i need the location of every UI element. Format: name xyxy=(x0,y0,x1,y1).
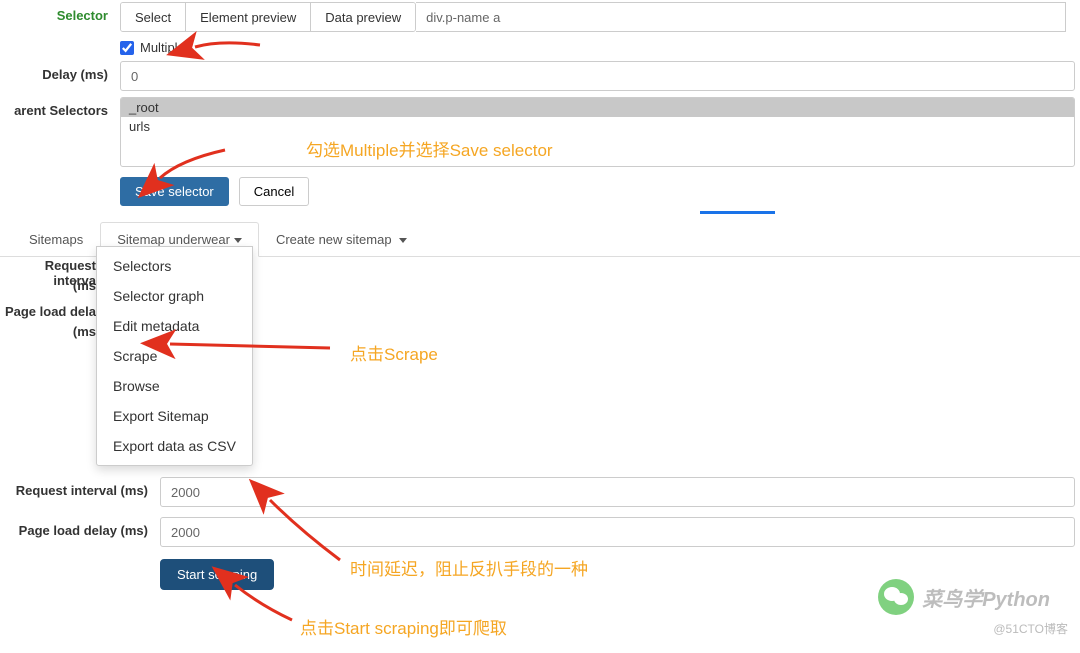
parent-selectors-label: arent Selectors xyxy=(0,97,120,118)
parent-option-root[interactable]: _root xyxy=(121,98,1074,117)
multiple-label: Multiple xyxy=(140,40,185,55)
ms-unit-label: (ms xyxy=(0,278,96,294)
data-preview-tab-button[interactable]: Data preview xyxy=(311,3,415,31)
cancel-button[interactable]: Cancel xyxy=(239,177,309,206)
tab-create-new-sitemap[interactable]: Create new sitemap xyxy=(259,222,424,256)
delay-input[interactable] xyxy=(120,61,1075,91)
parent-selectors-listbox[interactable]: _root urls xyxy=(120,97,1075,167)
watermark-logo: 菜鸟学Python xyxy=(878,579,1050,615)
dropdown-item-export-csv[interactable]: Export data as CSV xyxy=(97,431,252,461)
save-selector-button[interactable]: Save selector xyxy=(120,177,229,206)
watermark-site: @51CTO博客 xyxy=(993,620,1068,637)
dropdown-item-selector-graph[interactable]: Selector graph xyxy=(97,281,252,311)
selector-tab-group: Select Element preview Data preview xyxy=(120,2,416,32)
request-interval-input[interactable] xyxy=(160,477,1075,507)
page-load-delay-input[interactable] xyxy=(160,517,1075,547)
active-indicator-bar xyxy=(700,211,775,214)
dropdown-item-browse[interactable]: Browse xyxy=(97,371,252,401)
page-load-delay-label-cropped: Page load dela xyxy=(0,304,96,324)
chevron-down-icon xyxy=(234,238,242,243)
chevron-down-icon xyxy=(399,238,407,243)
tab-sitemaps[interactable]: Sitemaps xyxy=(12,222,100,256)
dropdown-item-selectors[interactable]: Selectors xyxy=(97,251,252,281)
request-interval-label: Request interval (ms) xyxy=(0,477,160,500)
selector-label: Selector xyxy=(0,2,120,23)
parent-option-urls[interactable]: urls xyxy=(121,117,1074,136)
watermark-name: 菜鸟学Python xyxy=(922,583,1050,612)
annotation-start-scraping: 点击Start scraping即可爬取 xyxy=(300,614,507,639)
dropdown-item-export-sitemap[interactable]: Export Sitemap xyxy=(97,401,252,431)
ms-unit-label-2: (ms xyxy=(0,324,96,340)
sitemap-dropdown-menu: Selectors Selector graph Edit metadata S… xyxy=(96,246,253,466)
dropdown-item-scrape[interactable]: Scrape xyxy=(97,341,252,371)
page-load-delay-label: Page load delay (ms) xyxy=(0,517,160,540)
annotation-scrape: 点击Scrape xyxy=(350,340,438,365)
select-tab-button[interactable]: Select xyxy=(121,3,186,31)
start-scraping-button[interactable]: Start scraping xyxy=(160,559,274,590)
wechat-icon xyxy=(878,579,914,615)
delay-label: Delay (ms) xyxy=(0,61,120,82)
request-interval-label-cropped: Request interva xyxy=(0,258,96,278)
selector-css-input[interactable] xyxy=(416,2,1066,32)
dropdown-item-edit-metadata[interactable]: Edit metadata xyxy=(97,311,252,341)
multiple-checkbox[interactable] xyxy=(120,41,134,55)
element-preview-tab-button[interactable]: Element preview xyxy=(186,3,311,31)
